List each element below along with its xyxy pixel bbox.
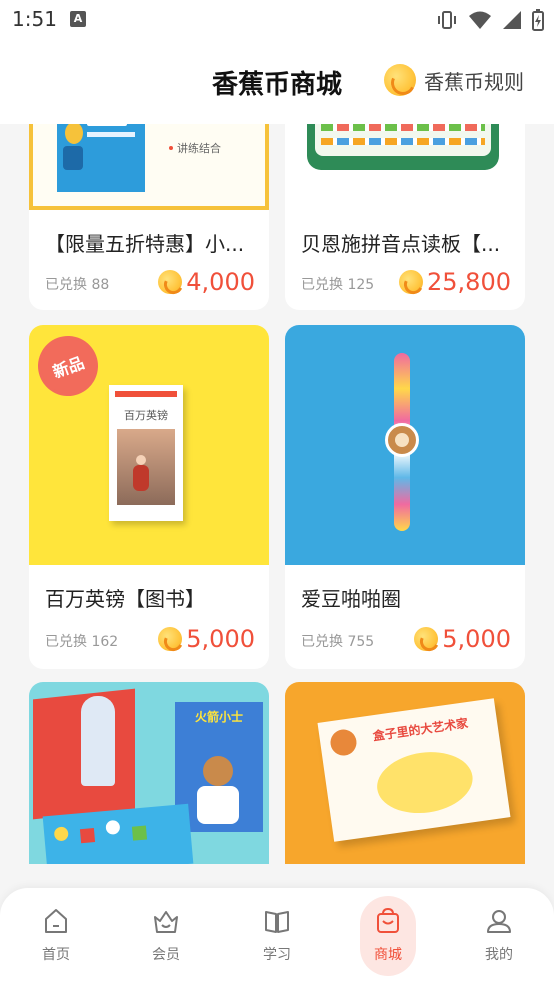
product-image: 百万英镑 新品: [29, 325, 269, 565]
product-card[interactable]: 盒子里的大艺术家: [285, 682, 525, 864]
price-value: 5,000: [186, 625, 255, 653]
status-time: 1:51: [12, 7, 57, 31]
banana-coin-icon: [414, 627, 439, 651]
coin-rules-label: 香蕉币规则: [424, 69, 524, 94]
product-card[interactable]: 讲练结合 【限量五折特惠】小... 已兑换 88 4,000: [29, 124, 269, 310]
product-image: [285, 325, 525, 565]
crown-basket-icon: [154, 911, 178, 933]
product-price: 5,000: [158, 625, 255, 653]
wifi-icon: [469, 11, 491, 29]
page-header: 香蕉币商城 香蕉币规则: [0, 40, 554, 124]
price-value: 4,000: [186, 268, 255, 296]
image-caption: 讲练结合: [177, 142, 221, 155]
book-icon: [265, 911, 289, 933]
vibrate-icon: [438, 11, 456, 29]
product-card[interactable]: 贝恩施拼音点读板【... 已兑换 125 25,800: [285, 124, 525, 310]
price-value: 5,000: [442, 625, 511, 653]
book-title: 火箭小士: [194, 710, 243, 724]
status-icons: [436, 9, 544, 31]
nav-item-home[interactable]: 首页: [21, 906, 91, 964]
notification-icon: A: [70, 11, 86, 27]
product-title: 贝恩施拼音点读板【...: [301, 232, 501, 256]
product-image: 火箭小士: [29, 682, 269, 864]
product-card[interactable]: 火箭小士: [29, 682, 269, 864]
exchanged-count: 已兑换 88: [45, 277, 110, 293]
new-badge: 新品: [33, 331, 103, 401]
exchanged-count: 已兑换 755: [301, 634, 375, 650]
nav-label: 商城: [374, 947, 402, 963]
nav-item-mine[interactable]: 我的: [464, 906, 534, 964]
exchanged-count: 已兑换 125: [301, 277, 375, 293]
banana-coin-icon: [158, 627, 183, 651]
bottom-nav: 首页 会员 学习 商城 我的: [0, 888, 554, 985]
nav-label: 首页: [42, 947, 70, 963]
product-box: 盒子里的大艺术家: [317, 698, 511, 842]
nav-label: 我的: [485, 947, 513, 963]
bracelet-face: [385, 423, 419, 457]
product-price: 5,000: [414, 625, 511, 653]
exchanged-count: 已兑换 162: [45, 634, 119, 650]
price-value: 25,800: [427, 268, 511, 296]
nav-label: 会员: [152, 947, 180, 963]
product-title: 【限量五折特惠】小...: [45, 232, 245, 256]
product-image: 讲练结合: [29, 124, 269, 210]
product-price: 25,800: [399, 268, 511, 296]
home-icon: [45, 909, 67, 933]
product-price: 4,000: [158, 268, 255, 296]
nav-item-member[interactable]: 会员: [131, 906, 201, 964]
product-card[interactable]: 爱豆啪啪圈 已兑换 755 5,000: [285, 325, 525, 669]
signal-icon: [503, 11, 521, 29]
product-title: 百万英镑【图书】: [45, 587, 205, 611]
product-grid[interactable]: 讲练结合 【限量五折特惠】小... 已兑换 88 4,000 贝恩施拼音点读板【…: [0, 124, 554, 864]
nav-item-mall[interactable]: 商城: [353, 906, 423, 964]
status-bar: 1:51 A: [0, 0, 554, 40]
book-title: 盒子里的大艺术家: [371, 716, 469, 744]
person-icon: [487, 910, 511, 933]
book-title: 百万英镑: [124, 409, 168, 422]
product-card[interactable]: 百万英镑 新品 百万英镑【图书】 已兑换 162 5,000: [29, 325, 269, 669]
product-title: 爱豆啪啪圈: [301, 587, 401, 611]
battery-icon: [532, 9, 544, 31]
nav-label: 学习: [263, 947, 291, 963]
banana-coin-icon: [384, 64, 416, 96]
shopping-bag-icon: [377, 907, 399, 933]
banana-coin-icon: [399, 270, 424, 294]
bullet-icon: [169, 146, 173, 150]
coin-rules-button[interactable]: 香蕉币规则: [384, 64, 524, 96]
banana-coin-icon: [158, 270, 183, 294]
book-cover: 百万英镑: [109, 385, 183, 521]
product-image: 盒子里的大艺术家: [285, 682, 525, 864]
product-image: [285, 124, 525, 210]
nav-item-study[interactable]: 学习: [242, 906, 312, 964]
